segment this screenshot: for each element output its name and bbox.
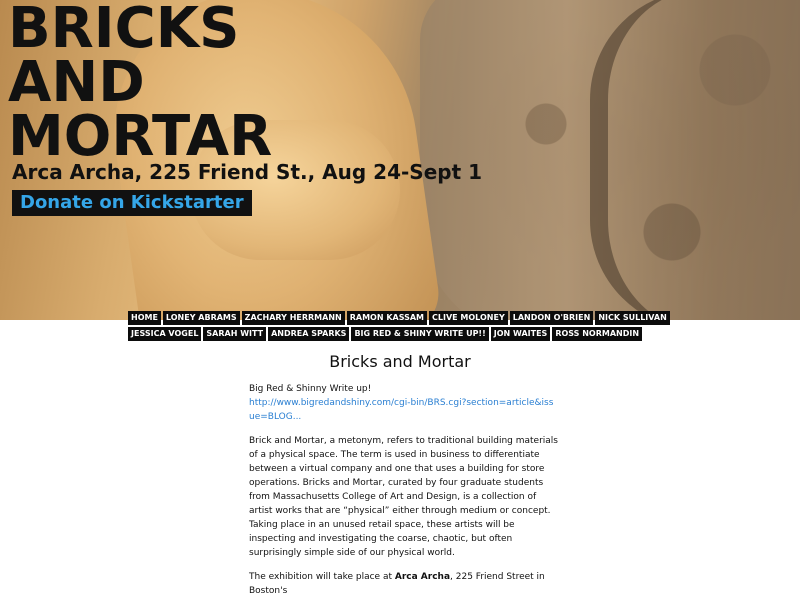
write-up-link[interactable]: http://www.bigredandshiny.com/cgi-bin/BR… — [249, 398, 553, 422]
nav-item-andrea-sparks[interactable]: ANDREA SPARKS — [268, 327, 350, 341]
nav-item-big-red-shiny[interactable]: BIG RED & SHINY WRITE UP!! — [351, 327, 489, 341]
post-intro: Big Red & Shinny Write up! — [249, 384, 372, 394]
hero-stone-rim — [590, 0, 800, 320]
post-body: Big Red & Shinny Write up! http://www.bi… — [249, 382, 559, 608]
nav-item-sarah-witt[interactable]: SARAH WITT — [203, 327, 267, 341]
post-paragraph-2-start: The exhibition will take place at — [249, 572, 395, 582]
nav-item-loney-abrams[interactable]: LONEY ABRAMS — [162, 311, 240, 325]
nav-item-ramon-kassam[interactable]: RAMON KASSAM — [346, 311, 428, 325]
nav-item-home[interactable]: HOME — [128, 311, 161, 325]
donate-kickstarter-button[interactable]: Donate on Kickstarter — [12, 190, 252, 216]
post-paragraph-2: The exhibition will take place at Arca A… — [249, 570, 559, 598]
nav-item-ross-normandin[interactable]: ROSS NORMANDIN — [552, 327, 643, 341]
nav-item-jon-waites[interactable]: JON WAITES — [490, 327, 551, 341]
hero-banner: BRICKS AND MORTAR Arca Archa, 225 Friend… — [0, 0, 800, 320]
nav-item-landon-obrien[interactable]: LANDON O'BRIEN — [509, 311, 594, 325]
post-intro-block: Big Red & Shinny Write up! http://www.bi… — [249, 382, 559, 424]
site-title: BRICKS AND MORTAR — [8, 1, 272, 165]
main-navigation: HOME LONEY ABRAMS ZACHARY HERRMANN RAMON… — [128, 311, 688, 341]
event-details: Arca Archa, 225 Friend St., Aug 24-Sept … — [12, 160, 483, 184]
nav-item-nick-sullivan[interactable]: NICK SULLIVAN — [595, 311, 670, 325]
nav-item-clive-moloney[interactable]: CLIVE MOLONEY — [429, 311, 508, 325]
nav-item-jessica-vogel[interactable]: JESSICA VOGEL — [128, 327, 202, 341]
post-paragraph-1: Brick and Mortar, a metonym, refers to t… — [249, 436, 558, 558]
nav-item-zachary-herrmann[interactable]: ZACHARY HERRMANN — [241, 311, 345, 325]
page-title: Bricks and Mortar — [329, 352, 471, 371]
venue-name: Arca Archa — [394, 572, 451, 582]
